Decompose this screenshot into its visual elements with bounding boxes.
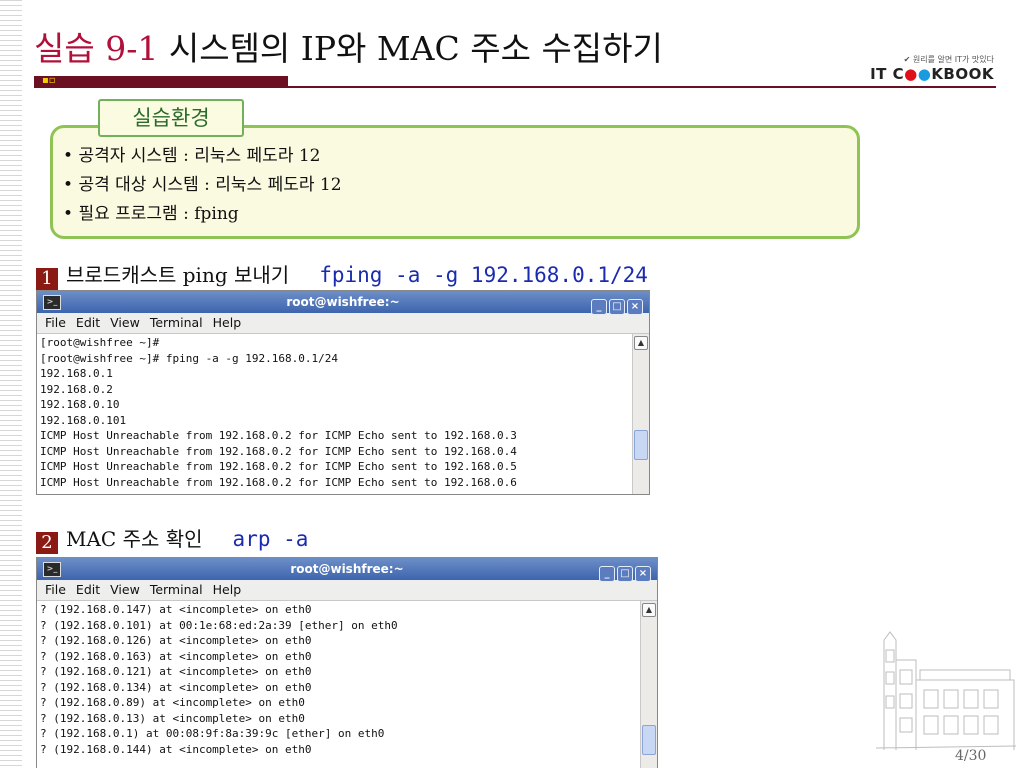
menu-terminal[interactable]: Terminal (150, 582, 203, 597)
terminal-line: ? (192.168.0.13) at <incomplete> on eth0 (40, 711, 305, 725)
terminal-line: ? (192.168.0.134) at <incomplete> on eth… (40, 680, 312, 694)
step-1: 1 브로드캐스트 ping 보내기 fping -a -g 192.168.0.1/… (36, 259, 648, 290)
menu-file[interactable]: File (45, 315, 66, 330)
environment-item: 공격자 시스템 : 리눅스 페도라 12 (63, 142, 857, 171)
window-titlebar[interactable]: >_ root@wishfree:~ _ □ × (37, 558, 657, 582)
menu-edit[interactable]: Edit (76, 582, 100, 597)
step-command: arp -a (232, 527, 309, 551)
itcookbook-logo: ✔ 원리를 알면 IT가 맛있다 IT C●●KBOOK (870, 54, 994, 83)
terminal-line: 192.168.0.101 (40, 413, 127, 427)
terminal-line: ? (192.168.0.163) at <incomplete> on eth… (40, 649, 312, 663)
menu-file[interactable]: File (45, 582, 66, 597)
terminal-output[interactable]: [root@wishfree ~]# [root@wishfree ~]# fpi… (37, 334, 649, 494)
slide-title: 실습 9-1 시스템의 IP와 MAC 주소 수집하기 (34, 22, 663, 70)
environment-heading: 실습환경 (98, 99, 244, 137)
title-main: 시스템의 IP와 MAC 주소 수집하기 (158, 29, 663, 68)
environment-item: 필요 프로그램 : fping (63, 200, 857, 229)
terminal-line: ? (192.168.0.147) at <incomplete> on eth… (40, 603, 312, 616)
terminal-line: ICMP Host Unreachable from 192.168.0.2 f… (40, 444, 517, 458)
close-icon[interactable]: × (635, 566, 651, 582)
terminal-line: ICMP Host Unreachable from 192.168.0.2 f… (40, 475, 517, 489)
terminal-line: ? (192.168.0.126) at <incomplete> on eth… (40, 634, 312, 647)
terminal-line: 192.168.0.2 (40, 382, 113, 396)
logo-tagline: 원리를 알면 IT가 맛있다 (912, 55, 994, 64)
menu-edit[interactable]: Edit (76, 315, 100, 330)
check-icon: ✔ (903, 55, 911, 64)
maximize-icon[interactable]: □ (617, 566, 633, 582)
terminal-line: ? (192.168.0.121) at <incomplete> on eth… (40, 665, 312, 678)
terminal-line: ? (192.168.0.1) at 00:08:9f:8a:39:9c [et… (40, 727, 385, 740)
terminal-line: ? (192.168.0.89) at <incomplete> on eth0 (40, 696, 305, 709)
step-label: MAC 주소 확인 (66, 527, 203, 551)
title-accent: 실습 9-1 (34, 29, 159, 68)
terminal-line: 192.168.0.1 (40, 367, 113, 380)
scroll-thumb[interactable] (634, 430, 648, 460)
scroll-up-icon[interactable]: ▲ (634, 336, 648, 350)
menu-help[interactable]: Help (213, 315, 242, 330)
window-title: root@wishfree:~ (286, 295, 400, 309)
close-icon[interactable]: × (627, 299, 643, 315)
terminal-window-2[interactable]: >_ root@wishfree:~ _ □ × File Edit View Termi… (36, 557, 658, 768)
left-stripe-decoration (0, 0, 22, 768)
terminal-output[interactable]: ? (192.168.0.147) at <incomplete> on eth… (37, 601, 657, 768)
scroll-up-icon[interactable]: ▲ (642, 603, 656, 617)
terminal-line: ICMP Host Unreachable from 192.168.0.2 f… (40, 460, 517, 473)
terminal-line: ? (192.168.0.101) at 00:1e:68:ed:2a:39 [… (40, 618, 398, 632)
page-number: 4/30 (955, 748, 987, 764)
logo-brand: IT C●●KBOOK (870, 65, 994, 83)
window-title: root@wishfree:~ (290, 562, 404, 576)
minimize-icon[interactable]: _ (591, 299, 607, 315)
menu-bar: File Edit View Terminal Help (37, 580, 657, 601)
scrollbar[interactable]: ▲ (632, 334, 649, 494)
maximize-icon[interactable]: □ (609, 299, 625, 315)
minimize-icon[interactable]: _ (599, 566, 615, 582)
environment-list: 공격자 시스템 : 리눅스 페도라 12 공격 대상 시스템 : 리눅스 페도라… (53, 128, 857, 229)
rule-dots-icon: ▪▫ (42, 75, 56, 86)
title-rule-block (34, 76, 288, 86)
environment-item: 공격 대상 시스템 : 리눅스 페도라 12 (63, 171, 857, 200)
terminal-line: ? (192.168.0.144) at <incomplete> on eth… (40, 742, 312, 756)
step-label: 브로드캐스트 ping 보내기 (66, 263, 290, 287)
terminal-line: [root@wishfree ~]# (40, 336, 160, 349)
step-number-badge: 1 (36, 268, 58, 290)
title-rule (34, 86, 996, 88)
scrollbar[interactable]: ▲ (640, 601, 657, 768)
terminal-icon: >_ (43, 295, 61, 310)
menu-view[interactable]: View (110, 582, 140, 597)
scroll-thumb[interactable] (642, 725, 656, 755)
step-2: 2 MAC 주소 확인 arp -a (36, 523, 308, 554)
menu-help[interactable]: Help (213, 582, 242, 597)
step-command: fping -a -g 192.168.0.1/24 (319, 263, 648, 287)
terminal-line: [root@wishfree ~]# fping -a -g 192.168.0… (40, 351, 339, 365)
terminal-line: 192.168.0.10 (40, 398, 120, 411)
menu-bar: File Edit View Terminal Help (37, 313, 649, 334)
building-illustration (876, 631, 1016, 750)
step-number-badge: 2 (36, 532, 58, 554)
terminal-icon: >_ (43, 562, 61, 577)
environment-box: 공격자 시스템 : 리눅스 페도라 12 공격 대상 시스템 : 리눅스 페도라… (50, 125, 860, 239)
menu-view[interactable]: View (110, 315, 140, 330)
terminal-line: ICMP Host Unreachable from 192.168.0.2 f… (40, 429, 517, 442)
terminal-window-1[interactable]: >_ root@wishfree:~ _ □ × File Edit View Termi… (36, 290, 650, 495)
window-titlebar[interactable]: >_ root@wishfree:~ _ □ × (37, 291, 649, 315)
menu-terminal[interactable]: Terminal (150, 315, 203, 330)
